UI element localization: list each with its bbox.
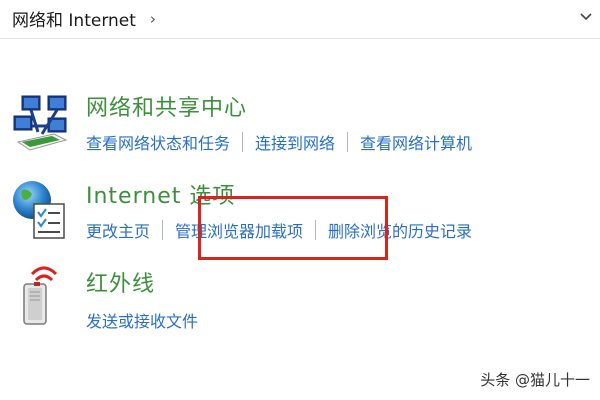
delete-browsing-history-link[interactable]: 删除浏览的历史记录	[328, 218, 472, 242]
change-homepage-link[interactable]: 更改主页	[86, 218, 150, 242]
internet-options-title[interactable]: Internet 选项	[86, 178, 235, 210]
internet-options-icon[interactable]	[8, 178, 72, 242]
link-divider	[242, 132, 244, 152]
network-sharing-center-title[interactable]: 网络和共享中心	[86, 90, 247, 122]
category-network-sharing-center: 网络和共享中心 查看网络状态和任务 连接到网络 查看网络计算机	[0, 88, 600, 168]
category-infrared: 红外线 发送或接收文件	[0, 262, 600, 342]
link-divider	[315, 220, 317, 240]
view-network-computers-link[interactable]: 查看网络计算机	[360, 130, 472, 154]
watermark: 头条 @猫儿十一	[480, 371, 590, 389]
link-divider	[162, 220, 164, 240]
address-bar: 网络和 Internet ›	[0, 0, 600, 39]
breadcrumb[interactable]: 网络和 Internet ›	[12, 6, 156, 32]
link-divider	[347, 132, 349, 152]
infrared-links: 发送或接收文件	[86, 308, 198, 332]
send-receive-files-link[interactable]: 发送或接收文件	[86, 308, 198, 332]
network-sharing-icon[interactable]	[8, 92, 72, 156]
network-links: 查看网络状态和任务 连接到网络 查看网络计算机	[86, 130, 472, 154]
chevron-down-icon[interactable]	[578, 8, 594, 24]
category-internet-options: Internet 选项 更改主页 管理浏览器加载项 删除浏览的历史记录	[0, 176, 600, 256]
internet-links: 更改主页 管理浏览器加载项 删除浏览的历史记录	[86, 218, 472, 242]
manage-browser-addons-link[interactable]: 管理浏览器加载项	[175, 218, 303, 242]
infrared-title[interactable]: 红外线	[86, 266, 155, 298]
view-network-status-link[interactable]: 查看网络状态和任务	[86, 130, 230, 154]
breadcrumb-title[interactable]: 网络和 Internet	[12, 6, 136, 31]
infrared-icon[interactable]	[8, 266, 72, 330]
breadcrumb-separator[interactable]: ›	[150, 10, 156, 28]
connect-to-network-link[interactable]: 连接到网络	[255, 130, 335, 154]
